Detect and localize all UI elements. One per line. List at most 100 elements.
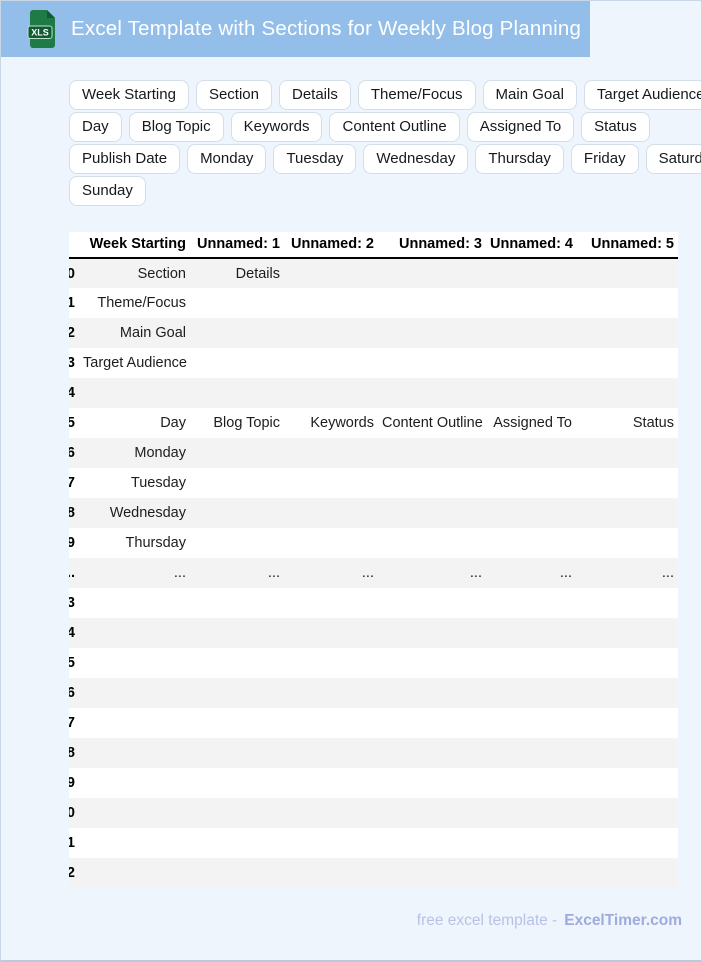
table-cell: Thursday bbox=[125, 535, 186, 551]
table-cell bbox=[378, 768, 486, 798]
table-cell bbox=[378, 708, 486, 738]
column-chip-assigned-to: Assigned To bbox=[466, 112, 575, 142]
table-cell bbox=[576, 318, 678, 348]
table-cell bbox=[284, 708, 378, 738]
row-index: 8 bbox=[69, 498, 79, 528]
column-chip-wednesday: Wednesday bbox=[363, 144, 469, 174]
table-cell bbox=[486, 528, 576, 558]
spreadsheet-preview: Week Starting Unnamed: 1 Unnamed: 2 Unnamed… bbox=[69, 232, 678, 888]
column-chip-sunday: Sunday bbox=[69, 176, 146, 206]
row-index: 6 bbox=[69, 438, 79, 468]
table-cell bbox=[486, 648, 576, 678]
table-cell bbox=[190, 618, 284, 648]
table-cell bbox=[378, 378, 486, 408]
table-row: 4 bbox=[69, 378, 678, 408]
table-cell bbox=[79, 858, 190, 888]
table-cell bbox=[284, 258, 378, 288]
footer-brand-link[interactable]: ExcelTimer.com bbox=[564, 912, 682, 929]
table-cell bbox=[378, 858, 486, 888]
column-chip-status: Status bbox=[581, 112, 650, 142]
table-cell bbox=[576, 438, 678, 468]
table-cell bbox=[284, 858, 378, 888]
table-cell bbox=[79, 828, 190, 858]
row-index: 2 bbox=[69, 318, 79, 348]
column-chip-day: Day bbox=[69, 112, 122, 142]
table-cell bbox=[486, 828, 576, 858]
column-chip-theme-focus: Theme/Focus bbox=[357, 80, 476, 110]
table-cell: Blog Topic bbox=[213, 415, 280, 431]
table-cell bbox=[378, 528, 486, 558]
table-cell bbox=[378, 288, 486, 318]
column-chip-blog-topic: Blog Topic bbox=[128, 112, 224, 142]
data-table: Week Starting Unnamed: 1 Unnamed: 2 Unnamed… bbox=[69, 232, 678, 888]
table-row: 18 bbox=[69, 738, 678, 768]
table-cell bbox=[284, 318, 378, 348]
table-cell bbox=[284, 498, 378, 528]
table-row: 21 bbox=[69, 828, 678, 858]
table-row: 22 bbox=[69, 858, 678, 888]
table-cell bbox=[190, 468, 284, 498]
table-cell: ... bbox=[361, 565, 374, 581]
table-row: 14 bbox=[69, 618, 678, 648]
column-chip-monday: Monday bbox=[187, 144, 267, 174]
table-cell bbox=[284, 798, 378, 828]
table-header-row: Week Starting Unnamed: 1 Unnamed: 2 Unnamed… bbox=[69, 232, 678, 259]
table-cell bbox=[284, 648, 378, 678]
table-cell bbox=[190, 378, 284, 408]
table-cell bbox=[378, 318, 486, 348]
table-cell bbox=[284, 348, 378, 378]
table-cell bbox=[284, 378, 378, 408]
table-cell bbox=[576, 348, 678, 378]
svg-text:XLS: XLS bbox=[31, 28, 49, 38]
row-index: 4 bbox=[69, 378, 79, 408]
table-cell: ... bbox=[173, 565, 186, 581]
column-chip-content-outline: Content Outline bbox=[329, 112, 460, 142]
table-row: 15 bbox=[69, 648, 678, 678]
row-index: 17 bbox=[69, 708, 79, 738]
row-index: 0 bbox=[69, 258, 79, 288]
table-cell bbox=[190, 648, 284, 678]
table-cell: ... bbox=[267, 565, 280, 581]
row-index: 1 bbox=[69, 288, 79, 318]
table-cell: ... bbox=[469, 565, 482, 581]
table-row: 16 bbox=[69, 678, 678, 708]
table-row: 6 Monday bbox=[69, 438, 678, 468]
page-title: Excel Template with Sections for Weekly … bbox=[71, 17, 582, 40]
table-cell bbox=[576, 618, 678, 648]
table-cell bbox=[79, 618, 190, 648]
table-cell bbox=[284, 438, 378, 468]
table-row: 2 Main Goal bbox=[69, 318, 678, 348]
table-cell: Keywords bbox=[310, 415, 374, 431]
table-cell bbox=[576, 858, 678, 888]
table-cell bbox=[486, 468, 576, 498]
table-cell bbox=[486, 678, 576, 708]
table-cell bbox=[576, 468, 678, 498]
table-cell: Status bbox=[632, 415, 674, 431]
row-index: 9 bbox=[69, 528, 79, 558]
table-cell: Day bbox=[160, 415, 186, 431]
row-index: 15 bbox=[69, 648, 79, 678]
table-cell bbox=[486, 318, 576, 348]
table-cell bbox=[190, 678, 284, 708]
table-cell bbox=[378, 498, 486, 528]
table-cell bbox=[576, 288, 678, 318]
table-cell bbox=[378, 348, 486, 378]
row-index: 13 bbox=[69, 588, 79, 618]
table-cell bbox=[79, 588, 190, 618]
column-chip-main-goal: Main Goal bbox=[482, 80, 577, 110]
table-cell: Main Goal bbox=[119, 325, 186, 341]
table-cell bbox=[486, 348, 576, 378]
title-bar: XLS Excel Template with Sections for Wee… bbox=[1, 1, 590, 57]
column-header: Unnamed: 3 bbox=[378, 232, 486, 259]
table-cell: Section bbox=[137, 265, 186, 282]
table-cell bbox=[190, 438, 284, 468]
footer-text: free excel template - bbox=[416, 912, 558, 929]
column-header: Unnamed: 1 bbox=[190, 232, 284, 259]
table-cell bbox=[378, 678, 486, 708]
table-cell bbox=[190, 858, 284, 888]
table-cell bbox=[190, 768, 284, 798]
index-column-header bbox=[69, 232, 79, 259]
table-cell bbox=[576, 588, 678, 618]
table-cell bbox=[576, 798, 678, 828]
table-cell bbox=[576, 768, 678, 798]
